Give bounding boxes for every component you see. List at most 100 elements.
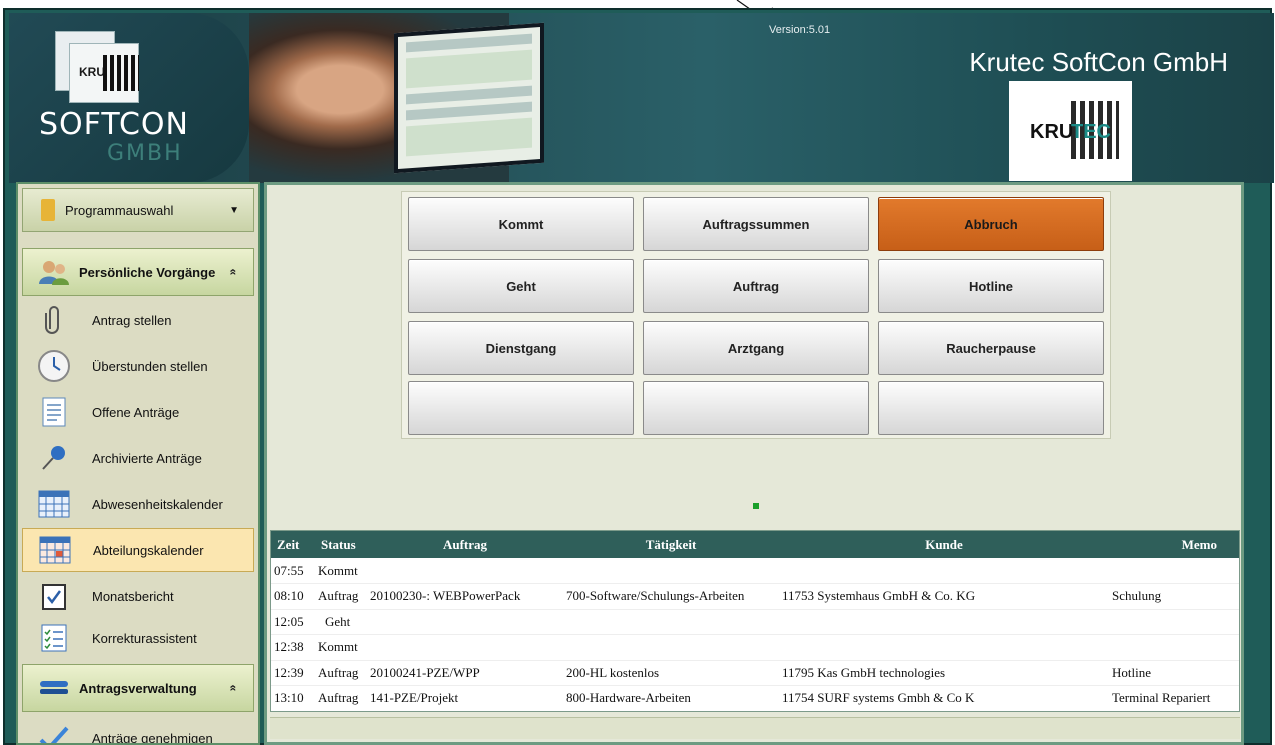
bookings-table: Zeit Status Auftrag Tätigkeit Kunde Memo… <box>270 530 1240 712</box>
collapse-chevron-icon[interactable]: « <box>227 685 241 692</box>
kommt-button[interactable]: Kommt <box>408 197 634 251</box>
section-personal-label: Persönliche Vorgänge <box>79 264 216 280</box>
nav-item-label: Abwesenheitskalender <box>92 496 223 512</box>
section-admin-header[interactable]: Antragsverwaltung « <box>22 664 254 712</box>
collapse-chevron-icon[interactable]: « <box>227 269 241 276</box>
nav-item-ueberstunden-stellen[interactable]: Überstunden stellen <box>22 344 254 388</box>
nav-item-label: Offene Anträge <box>92 404 180 420</box>
cell-kunde: 11754 SURF systems Gmbh & Co K <box>782 690 975 706</box>
krutec-logo-tec: TEC <box>1071 121 1111 143</box>
table-header-row: Zeit Status Auftrag Tätigkeit Kunde Memo <box>271 531 1239 558</box>
cell-memo <box>1109 609 1239 635</box>
cell-zeit: 12:39 <box>274 664 304 680</box>
cell-status: Auftrag <box>318 588 359 604</box>
users-icon <box>39 261 69 285</box>
abbruch-button[interactable]: Abbruch <box>878 197 1104 251</box>
cell-status: Kommt <box>318 562 358 578</box>
nav-item-korrekturassistent[interactable]: Korrekturassistent <box>22 616 254 660</box>
cell-memo: Hotline <box>1112 664 1151 680</box>
cell-memo <box>1109 558 1239 584</box>
geht-button[interactable]: Geht <box>408 259 634 313</box>
cell-auftrag <box>367 635 563 661</box>
table-row[interactable]: 13:10 Auftrag 141-PZE/Projekt 800-Hardwa… <box>271 686 1239 711</box>
nav-item-label: Anträge genehmigen <box>92 730 213 745</box>
auftragssummen-button[interactable]: Auftragssummen <box>643 197 869 251</box>
program-select-label: Programmauswahl <box>65 202 174 218</box>
program-select-dropdown[interactable]: Programmauswahl ▼ <box>22 188 254 232</box>
cell-zeit: 12:38 <box>274 639 304 655</box>
cell-auftrag: 20100241-PZE/WPP <box>370 664 480 680</box>
cell-memo: Terminal Repariert <box>1112 690 1211 706</box>
cell-kunde <box>779 609 1109 635</box>
column-header-status[interactable]: Status <box>315 531 367 558</box>
nav-item-label: Antrag stellen <box>92 312 172 328</box>
section-admin-label: Antragsverwaltung <box>79 680 197 696</box>
column-header-taetigkeit[interactable]: Tätigkeit <box>563 531 779 558</box>
column-header-zeit[interactable]: Zeit <box>271 531 315 558</box>
cell-taetigkeit <box>563 609 779 635</box>
clock-icon <box>36 348 72 384</box>
table-row[interactable]: 08:10 Auftrag 20100230-: WEBPowerPack 70… <box>271 584 1239 609</box>
cell-status: Kommt <box>318 639 358 655</box>
cell-zeit: 13:10 <box>274 690 304 706</box>
cell-kunde <box>779 635 1109 661</box>
stack-icon <box>40 681 68 694</box>
cell-zeit: 12:05 <box>274 613 304 629</box>
nav-item-monatsbericht[interactable]: Monatsbericht <box>22 574 254 618</box>
cell-taetigkeit <box>563 635 779 661</box>
logo-softcon-text: SOFTCON <box>39 107 189 142</box>
table-row[interactable]: 12:38 Kommt <box>271 635 1239 661</box>
empty-button-2[interactable] <box>643 381 869 435</box>
nav-item-label: Korrekturassistent <box>92 630 197 646</box>
table-row[interactable]: 12:05 Geht <box>271 609 1239 635</box>
cell-zeit: 07:55 <box>274 562 304 578</box>
pushpin-icon <box>36 440 72 476</box>
arztgang-button[interactable]: Arztgang <box>643 321 869 375</box>
calendar-icon <box>37 532 73 568</box>
clipboard-check-icon <box>36 578 72 614</box>
dropdown-caret-icon: ▼ <box>229 204 239 216</box>
empty-button-3[interactable] <box>878 381 1104 435</box>
cell-status: Geht <box>325 613 351 629</box>
cell-taetigkeit <box>563 558 779 584</box>
auftrag-button[interactable]: Auftrag <box>643 259 869 313</box>
table-row[interactable]: 12:39 Auftrag 20100241-PZE/WPP 200-HL ko… <box>271 660 1239 686</box>
cell-status: Auftrag <box>318 690 359 706</box>
empty-button-1[interactable] <box>408 381 634 435</box>
hotline-button[interactable]: Hotline <box>878 259 1104 313</box>
calendar-icon <box>36 486 72 522</box>
cell-auftrag <box>367 609 563 635</box>
raucherpause-button[interactable]: Raucherpause <box>878 321 1104 375</box>
header-banner: KRU SOFTCON GMBH Version:5.01 Krutec Sof… <box>9 13 1274 183</box>
nav-item-abteilungskalender[interactable]: Abteilungskalender <box>22 528 254 572</box>
nav-item-antraege-genehmigen[interactable]: Anträge genehmigen <box>22 716 254 745</box>
version-label: Version:5.01 <box>769 24 831 36</box>
main-panel: Kommt Auftragssummen Abbruch Geht Auftra… <box>264 182 1244 745</box>
nav-item-label: Abteilungskalender <box>93 542 204 558</box>
krutec-logo: KRU TEC <box>1009 81 1132 181</box>
checkmark-icon <box>36 720 72 743</box>
dienstgang-button[interactable]: Dienstgang <box>408 321 634 375</box>
paperclip-icon <box>36 302 72 338</box>
nav-item-antrag-stellen[interactable]: Antrag stellen <box>22 298 254 342</box>
nav-item-abwesenheitskalender[interactable]: Abwesenheitskalender <box>22 482 254 526</box>
softcon-logo: KRU SOFTCON GMBH <box>37 23 207 173</box>
action-button-grid: Kommt Auftragssummen Abbruch Geht Auftra… <box>401 191 1111 439</box>
cell-taetigkeit: 700-Software/Schulungs-Arbeiten <box>566 588 745 604</box>
folder-icon <box>41 199 55 221</box>
logo-kru-text: KRU <box>79 65 105 79</box>
nav-item-offene-antraege[interactable]: Offene Anträge <box>22 390 254 434</box>
cell-status: Auftrag <box>318 664 359 680</box>
column-header-kunde[interactable]: Kunde <box>779 531 1109 558</box>
table-row[interactable]: 07:55 Kommt <box>271 558 1239 584</box>
company-name: Krutec SoftCon GmbH <box>969 47 1228 77</box>
logo-gmbh-text: GMBH <box>107 141 183 166</box>
cell-auftrag <box>367 558 563 584</box>
cell-kunde: 11753 Systemhaus GmbH & Co. KG <box>782 588 976 604</box>
section-personal-header[interactable]: Persönliche Vorgänge « <box>22 248 254 296</box>
cell-zeit: 08:10 <box>274 588 304 604</box>
nav-item-archivierte-antraege[interactable]: Archivierte Anträge <box>22 436 254 480</box>
column-header-memo[interactable]: Memo <box>1109 531 1239 558</box>
nav-item-label: Archivierte Anträge <box>92 450 202 466</box>
column-header-auftrag[interactable]: Auftrag <box>367 531 563 558</box>
